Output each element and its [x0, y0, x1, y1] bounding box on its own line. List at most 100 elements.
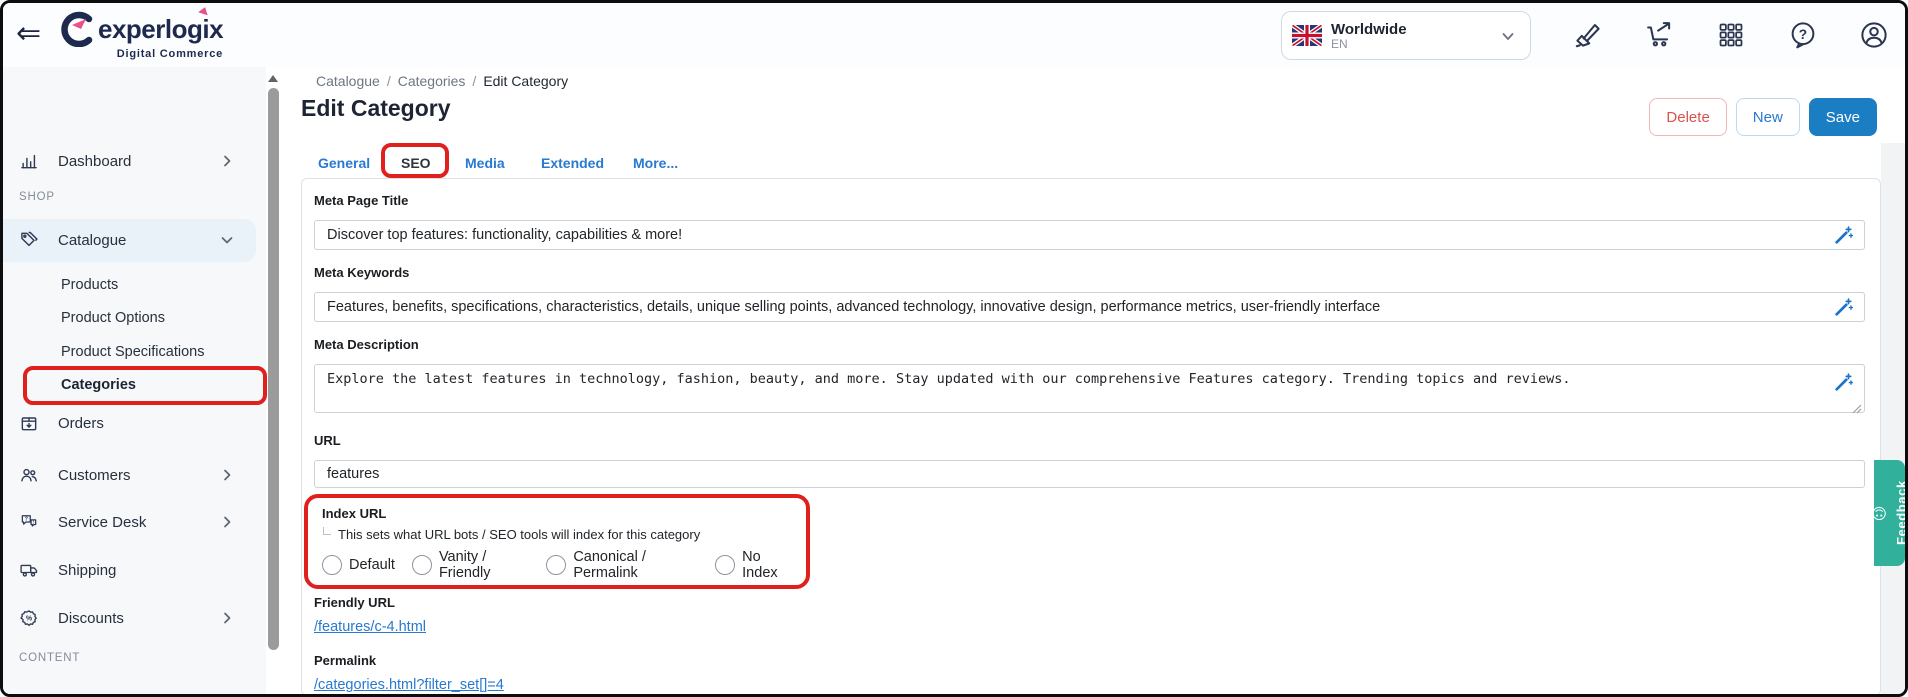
url-label: URL: [314, 433, 341, 448]
meta-keywords-field: [314, 292, 1865, 322]
index-url-help: This sets what URL bots / SEO tools will…: [322, 527, 792, 542]
tab-more[interactable]: More...: [633, 155, 678, 171]
tags-icon: [19, 230, 39, 250]
radio-default[interactable]: Default: [322, 555, 395, 575]
url-input[interactable]: [314, 460, 1865, 488]
scrollbar-thumb[interactable]: [268, 88, 279, 650]
sidebar-item-product-options[interactable]: Product Options: [61, 303, 241, 333]
breadcrumb-separator: /: [386, 73, 391, 89]
sidebar-item-catalogue[interactable]: Catalogue: [3, 225, 266, 255]
scrollbar-up-arrow[interactable]: [268, 75, 278, 82]
radio-no-index[interactable]: No Index: [715, 549, 792, 581]
feedback-label: Feedback: [1894, 480, 1908, 546]
radio-label: Canonical / Permalink: [573, 549, 646, 581]
sidebar-item-label: Service Desk: [58, 513, 147, 531]
breadcrumb-current: Edit Category: [483, 73, 569, 89]
permalink-link[interactable]: /categories.html?filter_set[]=4: [314, 677, 504, 693]
sidebar-item-dashboard[interactable]: Dashboard: [3, 146, 266, 176]
meta-page-title-input[interactable]: [314, 220, 1865, 250]
content-right-gutter: [1881, 143, 1905, 694]
sidebar-collapse-icon[interactable]: ⇐: [16, 17, 41, 51]
radio-circle-icon[interactable]: [322, 555, 342, 575]
sidebar-item-product-specifications[interactable]: Product Specifications: [61, 337, 241, 367]
logo-c-icon: [60, 11, 94, 47]
annotation-box-index-url: Index URL This sets what URL bots / SEO …: [304, 494, 810, 589]
radio-label: Vanity / Friendly: [438, 549, 491, 581]
radio-label: Default: [349, 557, 395, 573]
meta-page-title-field: [314, 220, 1865, 250]
sidebar-subitem-label: Product Specifications: [61, 344, 205, 360]
account-icon[interactable]: [1857, 18, 1891, 52]
textarea-resize-handle[interactable]: [1852, 404, 1862, 414]
radio-vanity-friendly[interactable]: Vanity / Friendly: [411, 549, 529, 581]
index-url-options: Default Vanity / Friendly Canonical / Pe…: [322, 549, 792, 581]
header-icon-bar: ?: [1571, 18, 1891, 52]
new-button[interactable]: New: [1735, 98, 1800, 136]
index-url-label: Index URL: [322, 506, 387, 521]
sidebar-item-categories[interactable]: Categories: [61, 370, 241, 400]
tab-seo[interactable]: SEO: [401, 155, 431, 171]
tab-media[interactable]: Media: [465, 155, 505, 171]
meta-description-textarea[interactable]: Explore the latest features in technolog…: [314, 364, 1865, 413]
save-button[interactable]: Save: [1808, 98, 1877, 136]
breadcrumb-separator: /: [472, 73, 477, 89]
meta-keywords-input[interactable]: [314, 292, 1865, 322]
discount-icon: %: [19, 608, 39, 628]
theme-brush-icon[interactable]: [1571, 18, 1605, 52]
radio-circle-icon[interactable]: [546, 555, 567, 575]
apps-grid-icon[interactable]: [1714, 18, 1748, 52]
page-actions: Delete New Save: [1649, 98, 1877, 136]
delete-button[interactable]: Delete: [1649, 98, 1727, 136]
cart-icon[interactable]: [1643, 18, 1677, 52]
sidebar-item-shipping[interactable]: Shipping: [3, 555, 266, 585]
sidebar-item-discounts[interactable]: % Discounts: [3, 603, 266, 633]
breadcrumb-catalogue[interactable]: Catalogue: [316, 73, 380, 89]
friendly-url-label: Friendly URL: [314, 595, 395, 610]
svg-text:%: %: [26, 615, 33, 623]
radio-circle-icon[interactable]: [715, 555, 736, 575]
index-url-help-text: This sets what URL bots / SEO tools will…: [338, 527, 701, 542]
chevron-right-icon: [219, 153, 235, 169]
truck-icon: [19, 560, 39, 580]
app-window: ⇐ experlogix Digital Commerce Worldwide …: [0, 0, 1908, 697]
sidebar-item-label: Pages: [58, 693, 101, 695]
permalink-label: Permalink: [314, 653, 377, 668]
logo-wordmark: experlogix: [98, 13, 224, 44]
pages-icon: [19, 691, 39, 694]
customers-icon: [19, 465, 39, 485]
help-icon[interactable]: ?: [1786, 18, 1820, 52]
locale-language: EN: [1331, 36, 1348, 51]
top-header: ⇐ experlogix Digital Commerce Worldwide …: [3, 3, 1905, 67]
breadcrumb-categories[interactable]: Categories: [398, 73, 466, 89]
sidebar-item-label: Discounts: [58, 609, 124, 627]
content-scrollbar[interactable]: [266, 67, 281, 694]
sidebar-item-products[interactable]: Products: [61, 270, 241, 300]
svg-text:?: ?: [25, 516, 28, 522]
magic-wand-icon[interactable]: [1835, 373, 1853, 391]
locale-selector[interactable]: Worldwide EN: [1281, 11, 1531, 60]
sidebar-item-orders[interactable]: Orders: [3, 408, 266, 438]
locale-region: Worldwide: [1331, 20, 1407, 38]
sidebar-item-pages[interactable]: Pages: [3, 686, 266, 695]
chevron-right-icon: [219, 693, 235, 694]
sidebar-nav: Dashboard SHOP Catalogue Products Produc…: [3, 67, 267, 695]
radio-circle-icon[interactable]: [411, 555, 432, 575]
tab-extended[interactable]: Extended: [541, 155, 604, 171]
sidebar-item-label: Shipping: [58, 561, 117, 579]
friendly-url-link[interactable]: /features/c-4.html: [314, 619, 426, 635]
sidebar-subitem-label: Product Options: [61, 310, 165, 326]
chevron-right-icon: [219, 514, 235, 530]
magic-wand-icon[interactable]: [1835, 298, 1853, 316]
tab-general[interactable]: General: [318, 155, 370, 171]
sidebar-item-service-desk[interactable]: ? ! Service Desk: [3, 507, 266, 537]
smiley-icon: ☺: [1870, 504, 1888, 522]
service-desk-icon: ? !: [19, 512, 39, 532]
feedback-button[interactable]: ☺ Feedback: [1870, 460, 1908, 566]
logo-tagline: Digital Commerce: [116, 48, 224, 60]
sidebar-item-customers[interactable]: Customers: [3, 460, 266, 490]
sidebar-item-label: Dashboard: [58, 152, 132, 170]
package-icon: [19, 413, 39, 433]
chevron-right-icon: [219, 610, 235, 626]
magic-wand-icon[interactable]: [1835, 226, 1853, 244]
radio-canonical-permalink[interactable]: Canonical / Permalink: [546, 549, 698, 581]
